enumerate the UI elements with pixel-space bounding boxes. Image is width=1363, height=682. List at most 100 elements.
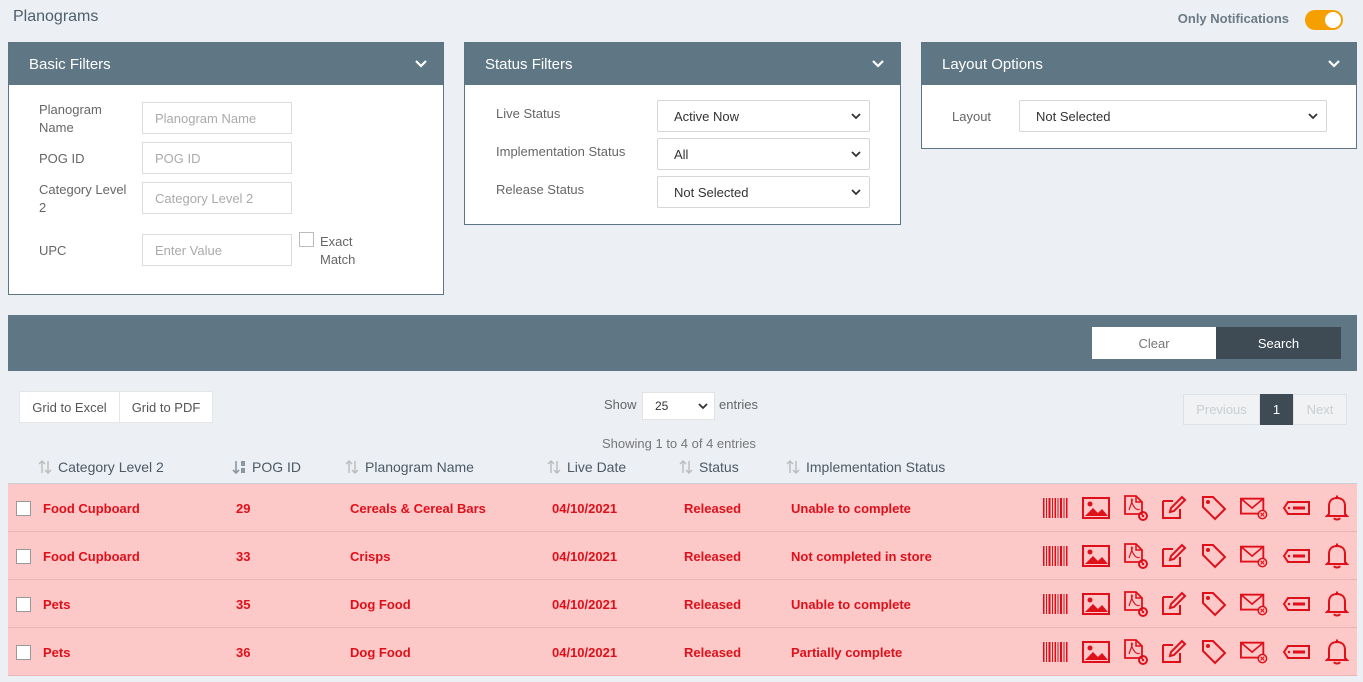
category-level-2-input[interactable]: Category Level 2 bbox=[142, 182, 292, 214]
row-checkbox[interactable] bbox=[16, 501, 31, 516]
cell-live-date: 04/10/2021 bbox=[552, 500, 618, 516]
column-header-planogram-name[interactable]: Planogram Name bbox=[345, 459, 474, 475]
barcode-icon[interactable] bbox=[1042, 638, 1070, 666]
pog-id-label: POG ID bbox=[39, 151, 85, 166]
bell-icon[interactable] bbox=[1323, 590, 1351, 618]
release-status-select[interactable]: Not Selected bbox=[657, 176, 870, 208]
pager-previous[interactable]: Previous bbox=[1183, 394, 1260, 425]
chevron-down-icon[interactable] bbox=[1326, 56, 1342, 72]
implementation-status-select[interactable]: All bbox=[657, 138, 870, 170]
pager-page-1[interactable]: 1 bbox=[1260, 394, 1293, 425]
table-row[interactable]: Pets 35 Dog Food 04/10/2021 Released Una… bbox=[8, 580, 1357, 628]
cell-category: Pets bbox=[43, 644, 71, 660]
barcode-icon[interactable] bbox=[1042, 494, 1070, 522]
cell-implementation-status: Not completed in store bbox=[791, 548, 932, 564]
ticket-icon[interactable] bbox=[1283, 494, 1311, 522]
email-icon[interactable] bbox=[1240, 542, 1268, 570]
image-icon[interactable] bbox=[1082, 638, 1110, 666]
column-header-pog-id[interactable]: POG ID bbox=[232, 459, 301, 475]
cell-pog-id: 36 bbox=[236, 644, 251, 660]
email-icon[interactable] bbox=[1240, 590, 1268, 618]
cell-planogram-name: Dog Food bbox=[350, 596, 411, 612]
cell-pog-id: 35 bbox=[236, 596, 251, 612]
only-notifications-toggle[interactable] bbox=[1305, 10, 1343, 30]
row-checkbox[interactable] bbox=[16, 645, 31, 660]
basic-filters-panel: Basic Filters Planogram Name Planogram N… bbox=[8, 42, 444, 295]
showing-info: Showing 1 to 4 of 4 entries bbox=[602, 436, 756, 451]
tag-icon[interactable] bbox=[1200, 542, 1228, 570]
edit-icon[interactable] bbox=[1160, 638, 1188, 666]
table-row[interactable]: Food Cupboard 29 Cereals & Cereal Bars 0… bbox=[8, 484, 1357, 532]
grid-to-pdf-button[interactable]: Grid to PDF bbox=[119, 391, 213, 423]
entries-select[interactable]: 25 bbox=[642, 392, 715, 420]
edit-icon[interactable] bbox=[1160, 542, 1188, 570]
release-status-label: Release Status bbox=[496, 182, 585, 197]
status-filters-header[interactable]: Status Filters bbox=[465, 43, 900, 85]
ticket-icon[interactable] bbox=[1283, 638, 1311, 666]
ticket-icon[interactable] bbox=[1283, 542, 1311, 570]
planogram-name-label: Planogram Name bbox=[39, 102, 102, 135]
tag-icon[interactable] bbox=[1200, 638, 1228, 666]
basic-filters-title: Basic Filters bbox=[29, 55, 111, 73]
exact-match-checkbox[interactable] bbox=[299, 232, 314, 247]
column-header-implementation-status[interactable]: Implementation Status bbox=[786, 459, 945, 475]
sort-icon bbox=[547, 460, 561, 474]
row-checkbox[interactable] bbox=[16, 549, 31, 564]
sort-icon bbox=[345, 460, 359, 474]
pdf-settings-icon[interactable] bbox=[1121, 494, 1149, 522]
grid-to-excel-button[interactable]: Grid to Excel bbox=[19, 391, 120, 423]
cell-implementation-status: Partially complete bbox=[791, 644, 903, 660]
basic-filters-header[interactable]: Basic Filters bbox=[9, 43, 443, 85]
layout-options-header[interactable]: Layout Options bbox=[922, 43, 1356, 85]
bell-icon[interactable] bbox=[1323, 494, 1351, 522]
entries-value: 25 bbox=[655, 399, 669, 413]
planogram-name-input[interactable]: Planogram Name bbox=[142, 102, 292, 134]
ticket-icon[interactable] bbox=[1283, 590, 1311, 618]
pog-id-input[interactable]: POG ID bbox=[142, 142, 292, 174]
image-icon[interactable] bbox=[1082, 590, 1110, 618]
tag-icon[interactable] bbox=[1200, 590, 1228, 618]
exact-match-label: Exact Match bbox=[320, 234, 356, 267]
chevron-down-icon bbox=[851, 111, 861, 121]
image-icon[interactable] bbox=[1082, 542, 1110, 570]
upc-input[interactable]: Enter Value bbox=[142, 234, 292, 266]
pdf-settings-icon[interactable] bbox=[1121, 638, 1149, 666]
chevron-down-icon bbox=[851, 149, 861, 159]
tag-icon[interactable] bbox=[1200, 494, 1228, 522]
email-icon[interactable] bbox=[1240, 638, 1268, 666]
column-label: POG ID bbox=[252, 459, 302, 475]
live-status-select[interactable]: Active Now bbox=[657, 100, 870, 132]
chevron-down-icon[interactable] bbox=[413, 56, 429, 72]
row-checkbox[interactable] bbox=[16, 597, 31, 612]
barcode-icon[interactable] bbox=[1042, 590, 1070, 618]
bell-icon[interactable] bbox=[1323, 542, 1351, 570]
table-row[interactable]: Food Cupboard 33 Crisps 04/10/2021 Relea… bbox=[8, 532, 1357, 580]
live-status-value: Active Now bbox=[674, 108, 740, 124]
column-header-live-date[interactable]: Live Date bbox=[547, 459, 626, 475]
clear-button[interactable]: Clear bbox=[1092, 327, 1216, 359]
layout-select[interactable]: Not Selected bbox=[1019, 100, 1327, 132]
email-icon[interactable] bbox=[1240, 494, 1268, 522]
only-notifications-label: Only Notifications bbox=[1177, 11, 1289, 26]
column-header-category[interactable]: Category Level 2 bbox=[38, 459, 164, 475]
chevron-down-icon[interactable] bbox=[870, 56, 886, 72]
layout-value: Not Selected bbox=[1036, 108, 1111, 124]
page-title: Planograms bbox=[13, 8, 99, 25]
edit-icon[interactable] bbox=[1160, 590, 1188, 618]
image-icon[interactable] bbox=[1082, 494, 1110, 522]
barcode-icon[interactable] bbox=[1042, 542, 1070, 570]
search-button[interactable]: Search bbox=[1216, 327, 1341, 359]
cell-live-date: 04/10/2021 bbox=[552, 596, 618, 612]
cell-live-date: 04/10/2021 bbox=[552, 548, 618, 564]
column-label: Implementation Status bbox=[806, 459, 946, 475]
pdf-settings-icon[interactable] bbox=[1121, 542, 1149, 570]
edit-icon[interactable] bbox=[1160, 494, 1188, 522]
column-label: Category Level 2 bbox=[58, 459, 164, 475]
pdf-settings-icon[interactable] bbox=[1121, 590, 1149, 618]
table-row[interactable]: Pets 36 Dog Food 04/10/2021 Released Par… bbox=[8, 628, 1357, 676]
bell-icon[interactable] bbox=[1323, 638, 1351, 666]
release-status-value: Not Selected bbox=[674, 184, 749, 200]
pager-next[interactable]: Next bbox=[1293, 394, 1347, 425]
column-header-status[interactable]: Status bbox=[679, 459, 739, 475]
column-label: Planogram Name bbox=[365, 459, 474, 475]
